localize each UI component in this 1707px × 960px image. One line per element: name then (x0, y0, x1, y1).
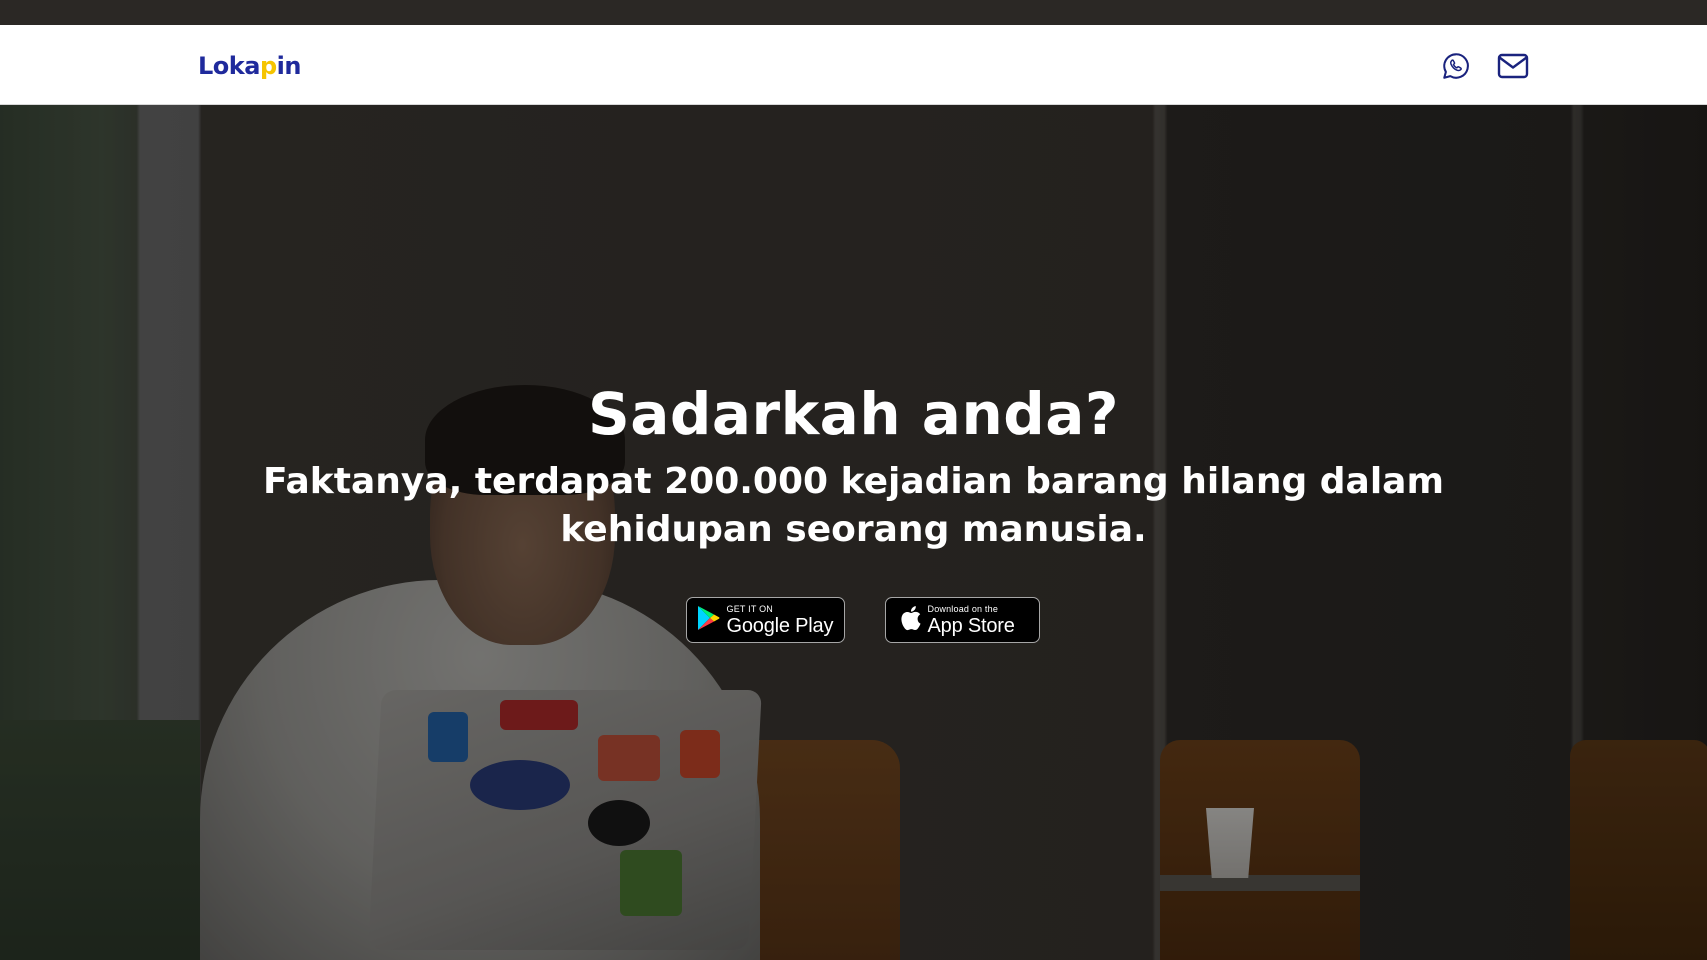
hero-section: Sadarkah anda? Faktanya, terdapat 200.00… (0, 380, 1707, 555)
hero-subtitle: Faktanya, terdapat 200.000 kejadian bara… (263, 460, 1444, 551)
navbar: Loka p in (0, 25, 1707, 105)
google-play-small-label: GET IT ON (726, 603, 773, 614)
logo-text-part: Loka (198, 52, 260, 80)
logo-text-part: p (259, 52, 277, 80)
mail-icon[interactable] (1497, 50, 1529, 82)
app-store-small-label: Download on the (927, 603, 999, 614)
landing-page: Loka p in Sadarkah anda? Faktanya, terdapa… (0, 0, 1707, 960)
brand-logo[interactable]: Loka p in (198, 49, 301, 83)
app-store-button[interactable]: Download on the App Store (884, 597, 1040, 643)
whatsapp-icon[interactable] (1440, 50, 1472, 82)
apple-icon (898, 604, 922, 637)
hero-title: Sadarkah anda? (587, 380, 1120, 448)
app-store-label: App Store (927, 614, 1015, 637)
logo-text-part: in (276, 52, 302, 80)
store-badges: GET IT ON Google Play Download on the Ap… (0, 597, 1707, 643)
google-play-icon (697, 605, 721, 636)
google-play-button[interactable]: GET IT ON Google Play (685, 597, 845, 643)
google-play-label: Google Play (726, 614, 834, 637)
top-strip (0, 0, 1707, 25)
